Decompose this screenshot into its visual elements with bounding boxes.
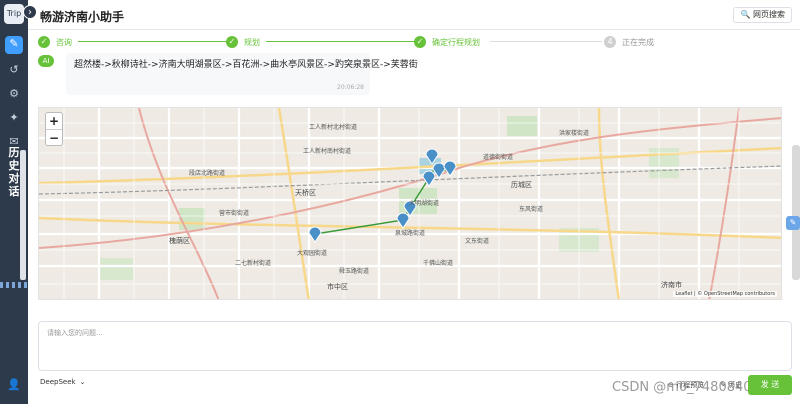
step-confirm: ✓ 确定行程规划: [414, 35, 480, 49]
ai-message: 超然楼->秋柳诗社->济南大明湖景区->百花洲->曲水亭风景区->趵突泉景区->…: [66, 53, 418, 95]
map-attribution[interactable]: Leaflet | © OpenStreetMap contributors: [673, 291, 777, 297]
street-label: 工人新村北村街道: [309, 124, 358, 131]
step-connector: [78, 41, 226, 42]
step-check-icon: ✓: [38, 36, 50, 48]
zoom-out-button[interactable]: −: [46, 129, 62, 145]
side-widget-icon[interactable]: ✎: [786, 216, 800, 230]
chat-area: AI 超然楼->秋柳诗社->济南大明湖景区->百花洲->曲水亭风景区->趵突泉景…: [28, 53, 792, 105]
chevron-down-icon: ⌄: [79, 378, 86, 386]
model-select-value: DeepSeek: [40, 378, 76, 386]
history-icon[interactable]: ↺: [6, 62, 22, 78]
street-label: 大明湖街道: [409, 200, 440, 207]
street-label: 大观园街道: [297, 250, 328, 257]
app-root: Trip ✎ ↺ ⚙ ✦ ✉ 历 史 对 话 👤 › 畅游济南小助手 🔍 网页搜…: [0, 0, 800, 404]
street-label: 东风街道: [519, 206, 544, 213]
header: 畅游济南小助手 🔍 网页搜索: [28, 0, 800, 30]
street-label: 工人新村南村街道: [303, 148, 352, 155]
message-time: 20:06:28: [337, 84, 364, 91]
district-label: 济南市: [661, 281, 682, 289]
step-connector: [490, 41, 602, 42]
street-label: 二七新村街道: [235, 260, 272, 267]
street-label: 洪家楼街道: [559, 130, 590, 137]
ai-avatar: AI: [38, 55, 54, 67]
district-label: 槐荫区: [169, 237, 190, 245]
step-completing: 4 正在完成: [604, 35, 654, 49]
step-pending-icon: 4: [604, 36, 616, 48]
web-search-button[interactable]: 🔍 网页搜索: [733, 7, 792, 23]
send-button[interactable]: 发 送: [748, 375, 792, 395]
street-label: 文东街道: [465, 238, 490, 245]
street-label: 千佛山街道: [423, 260, 454, 267]
sidebar-scrollbar[interactable]: [20, 150, 26, 280]
question-input[interactable]: 请输入您的问题...: [38, 321, 792, 371]
street-label: 舜玉路街道: [339, 268, 370, 275]
street-label: 泉城路街道: [395, 230, 426, 237]
zoom-in-button[interactable]: +: [46, 113, 62, 129]
sidebar-bottom-bar: [0, 282, 28, 288]
step-check-icon: ✓: [226, 36, 238, 48]
step-consult: ✓ 咨询: [38, 35, 72, 49]
district-label: 历城区: [511, 181, 532, 189]
route-map[interactable]: 天桥区 历城区 市中区 槐荫区 济南市 工人新村北村街道 工人新村南村街道 大明…: [38, 107, 782, 300]
district-label: 市中区: [327, 283, 348, 291]
step-plan: ✓ 规划: [226, 35, 260, 49]
main-scrollbar[interactable]: [792, 145, 800, 280]
settings-icon[interactable]: ⚙: [6, 86, 22, 102]
district-label: 天桥区: [295, 189, 316, 197]
app-logo: Trip: [4, 4, 24, 24]
watermark: CSDN @m0_74808407: [612, 380, 760, 395]
model-select[interactable]: DeepSeek ⌄: [40, 378, 86, 390]
sidebar: Trip ✎ ↺ ⚙ ✦ ✉ 历 史 对 话 👤: [0, 0, 28, 404]
route-text: 超然楼->秋柳诗社->济南大明湖景区->百花洲->曲水亭风景区->趵突泉景区->…: [74, 60, 418, 70]
user-icon[interactable]: 👤: [6, 378, 22, 394]
progress-steps: ✓ 咨询 ✓ 规划 ✓ 确定行程规划 4 正在完成: [28, 31, 788, 53]
street-label: 营市街街道: [219, 210, 250, 217]
star-icon[interactable]: ✦: [6, 110, 22, 126]
street-label: 段店北路街道: [189, 170, 226, 177]
map-zoom-control: + −: [45, 112, 63, 146]
page-title: 畅游济南小助手: [40, 10, 125, 24]
step-connector: [266, 41, 414, 42]
street-label: 道德街街道: [483, 154, 514, 161]
step-check-icon: ✓: [414, 36, 426, 48]
sidebar-toggle-button[interactable]: ›: [23, 5, 37, 19]
chat-icon[interactable]: ✎: [5, 36, 23, 54]
